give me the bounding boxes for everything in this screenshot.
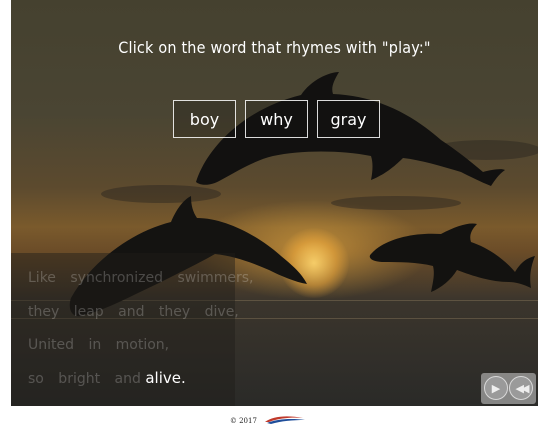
- dolphin-right: [369, 223, 535, 292]
- question-prompt: Click on the word that rhymes with "play…: [118, 38, 431, 57]
- playback-controls: ▶ ◀◀: [481, 373, 536, 404]
- play-button[interactable]: ▶: [484, 376, 508, 400]
- footer: © 2017: [0, 415, 539, 427]
- choice-why-button[interactable]: why: [245, 100, 308, 138]
- poem-line-3: United in motion,: [28, 337, 169, 353]
- choice-boy-button[interactable]: boy: [173, 100, 236, 138]
- copyright-text: © 2017: [229, 417, 257, 425]
- game-stage: Click on the word that rhymes with "play…: [11, 0, 538, 406]
- poem-line-2: they leap and they dive,: [28, 304, 239, 320]
- rewind-button[interactable]: ◀◀: [509, 376, 533, 400]
- poem-panel: Like synchronized swimmers, they leap an…: [11, 253, 253, 406]
- rewind-icon: ◀◀: [515, 381, 530, 395]
- poem-line-4: so bright and alive.: [28, 369, 186, 387]
- poem-line-4-text: so bright and: [28, 371, 141, 387]
- poem-line-1: Like synchronized swimmers,: [28, 270, 253, 286]
- poem-line-3-text: United in motion,: [28, 337, 170, 353]
- answer-choices: boy why gray: [173, 100, 380, 138]
- choice-gray-button[interactable]: gray: [317, 100, 380, 138]
- poem-line-2-text: they leap and they dive,: [28, 304, 239, 320]
- poem-highlight-word: alive.: [145, 369, 186, 387]
- play-icon: ▶: [491, 381, 501, 395]
- artenglish-logo[interactable]: [263, 415, 309, 427]
- poem-line-1-text: Like synchronized swimmers,: [28, 270, 254, 286]
